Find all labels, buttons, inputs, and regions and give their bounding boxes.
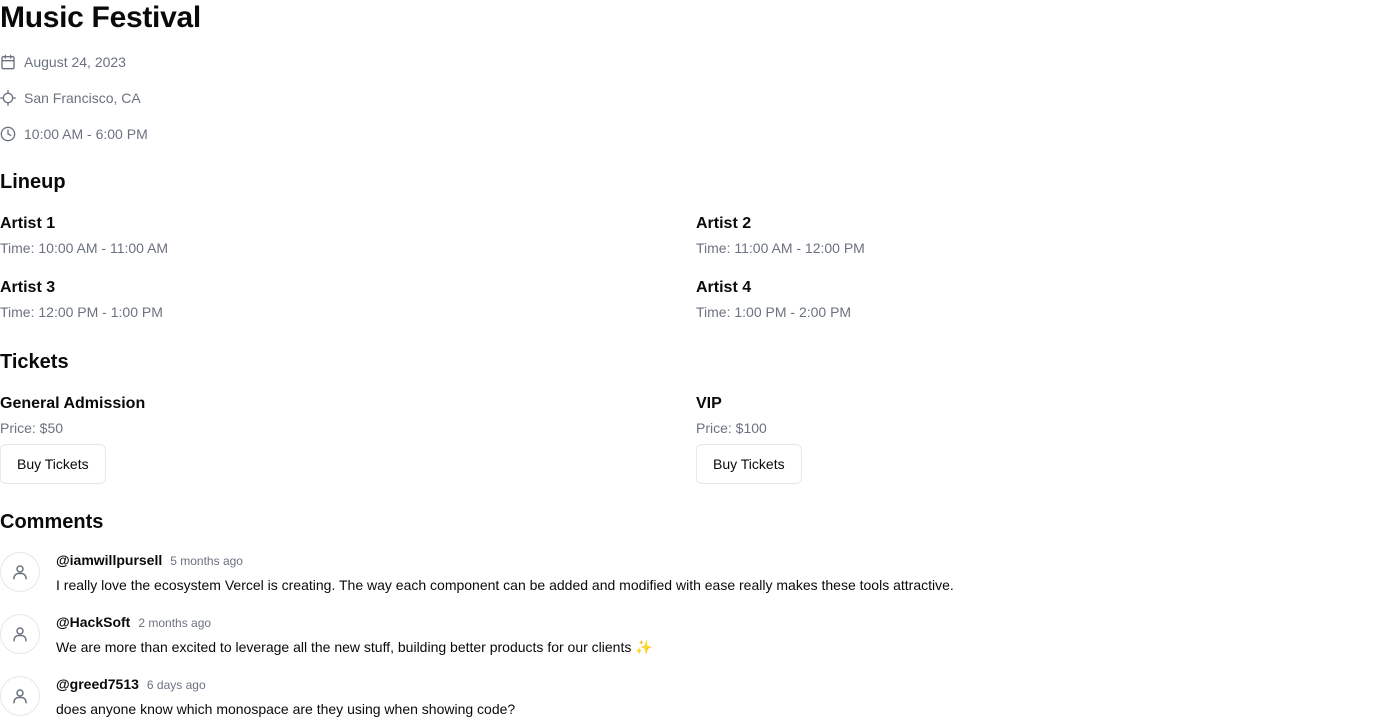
comment-item: @greed7513 6 days ago does anyone know w… [0, 676, 1200, 720]
artist-name: Artist 1 [0, 215, 56, 232]
event-date-text: August 24, 2023 [24, 54, 126, 70]
page-title: Music Festival [0, 1, 201, 34]
ticket-price: Price: $100 [696, 420, 767, 436]
artist-name: Artist 4 [696, 279, 752, 296]
ticket-card-general: General Admission Price: $50 [0, 392, 600, 438]
artist-name: Artist 3 [0, 279, 56, 296]
avatar [0, 614, 40, 654]
comment-text: does anyone know which monospace are the… [56, 701, 516, 717]
location-icon [0, 90, 16, 106]
artist-card: Artist 4 Time: 1:00 PM - 2:00 PM [696, 276, 1296, 322]
comment-timestamp: 2 months ago [138, 616, 212, 630]
clock-icon [0, 126, 16, 142]
comment-item: @iamwillpursell 5 months ago I really lo… [0, 552, 1200, 596]
avatar [0, 552, 40, 592]
tickets-heading: Tickets [0, 351, 69, 373]
artist-card: Artist 1 Time: 10:00 AM - 11:00 AM [0, 212, 600, 258]
artist-name: Artist 2 [696, 215, 752, 232]
artist-time: Time: 11:00 AM - 12:00 PM [696, 240, 865, 256]
event-location: San Francisco, CA [0, 86, 141, 110]
comments-heading: Comments [0, 511, 104, 533]
event-hours-text: 10:00 AM - 6:00 PM [24, 126, 148, 142]
buy-tickets-button[interactable]: Buy Tickets [696, 444, 802, 484]
user-icon [13, 627, 27, 642]
artist-card: Artist 2 Time: 11:00 AM - 12:00 PM [696, 212, 1296, 258]
comment-timestamp: 5 months ago [170, 554, 243, 568]
user-icon [13, 689, 27, 704]
buy-tickets-button[interactable]: Buy Tickets [0, 444, 106, 484]
ticket-price: Price: $50 [0, 420, 64, 436]
event-date: August 24, 2023 [0, 50, 126, 74]
lineup-heading: Lineup [0, 171, 66, 193]
ticket-name: General Admission [0, 395, 146, 412]
ticket-card-vip: VIP Price: $100 [696, 392, 1296, 438]
comment-username[interactable]: @greed7513 [56, 676, 139, 692]
comment-text: I really love the ecosystem Vercel is cr… [56, 577, 954, 593]
ticket-name: VIP [696, 395, 722, 412]
event-hours: 10:00 AM - 6:00 PM [0, 122, 148, 146]
comment-username[interactable]: @HackSoft [56, 614, 130, 630]
artist-card: Artist 3 Time: 12:00 PM - 1:00 PM [0, 276, 600, 322]
comment-text: We are more than excited to leverage all… [56, 639, 653, 655]
user-icon [13, 565, 27, 580]
avatar [0, 676, 40, 716]
comment-username[interactable]: @iamwillpursell [56, 552, 162, 568]
comment-item: @HackSoft 2 months ago We are more than … [0, 614, 1200, 658]
artist-time: Time: 10:00 AM - 11:00 AM [0, 240, 169, 256]
comment-timestamp: 6 days ago [146, 678, 206, 692]
artist-time: Time: 12:00 PM - 1:00 PM [0, 304, 163, 320]
artist-time: Time: 1:00 PM - 2:00 PM [696, 304, 852, 320]
calendar-icon [1, 54, 15, 70]
event-location-text: San Francisco, CA [24, 90, 141, 106]
